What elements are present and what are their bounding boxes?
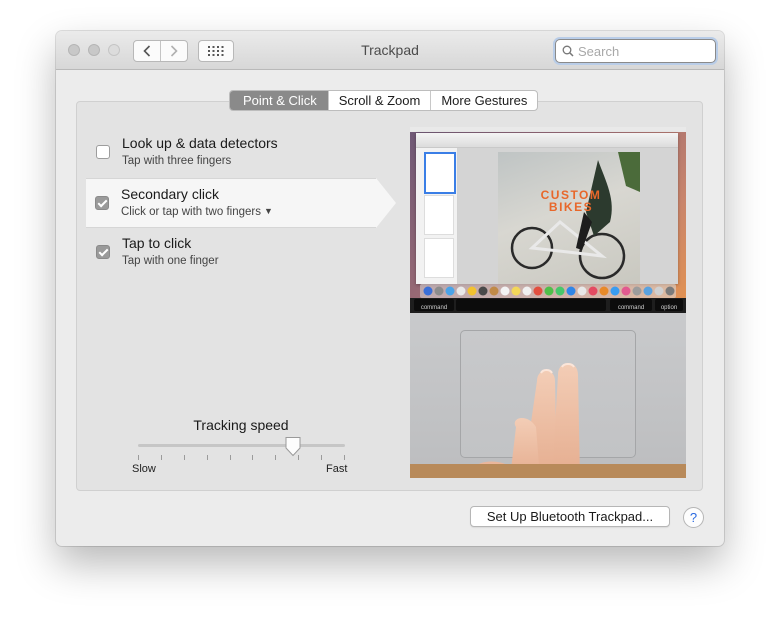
secondary-click-popup[interactable]: Click or tap with two fingers ▼ bbox=[121, 206, 273, 218]
search-icon bbox=[562, 45, 574, 57]
preferences-window: Trackpad Point & Click Scroll & Zoom Mor… bbox=[56, 31, 724, 546]
setup-bluetooth-trackpad-button[interactable]: Set Up Bluetooth Trackpad... bbox=[470, 506, 670, 527]
slider-thumb[interactable] bbox=[284, 436, 302, 457]
secondary-click-checkbox[interactable] bbox=[95, 196, 109, 210]
grid-icon bbox=[208, 46, 224, 56]
fast-label: Fast bbox=[326, 463, 348, 475]
option-subtitle: Tap with one finger bbox=[122, 255, 219, 267]
tab-more-gestures[interactable]: More Gestures bbox=[430, 91, 537, 110]
option-secondary-click[interactable]: Secondary click Click or tap with two fi… bbox=[86, 178, 396, 228]
slider-tick bbox=[321, 455, 322, 460]
minimize-window-button[interactable] bbox=[88, 44, 100, 56]
chevron-left-icon bbox=[143, 45, 151, 57]
slow-label: Slow bbox=[132, 463, 156, 475]
preview-table bbox=[410, 464, 686, 478]
tab-bar: Point & Click Scroll & Zoom More Gesture… bbox=[229, 90, 539, 111]
slider-tick bbox=[344, 455, 345, 460]
slider-tick bbox=[138, 455, 139, 460]
slider-tick bbox=[184, 455, 185, 460]
slider-tick bbox=[252, 455, 253, 460]
search-field[interactable] bbox=[555, 39, 716, 63]
option-title: Tap to click bbox=[122, 235, 192, 251]
slider-ticks bbox=[138, 455, 345, 461]
slider-tick bbox=[230, 455, 231, 460]
chevron-right-icon bbox=[170, 45, 178, 57]
option-title: Secondary click bbox=[121, 186, 220, 202]
help-button[interactable]: ? bbox=[683, 507, 704, 528]
tracking-speed-slider[interactable] bbox=[138, 444, 345, 447]
search-input[interactable] bbox=[578, 42, 708, 60]
title-bar: Trackpad bbox=[56, 31, 724, 70]
slider-tick bbox=[298, 455, 299, 460]
option-subtitle: Click or tap with two fingers bbox=[121, 206, 261, 218]
gesture-preview-video: CUSTOM BIKES command command option bbox=[410, 127, 686, 478]
option-tap-to-click[interactable]: Tap to click Tap with one finger bbox=[87, 228, 397, 278]
option-look-up[interactable]: Look up & data detectors Tap with three … bbox=[87, 128, 397, 178]
slider-tick bbox=[275, 455, 276, 460]
window-title: Trackpad bbox=[361, 42, 419, 58]
chevron-down-icon: ▼ bbox=[263, 206, 273, 216]
navigation-buttons bbox=[133, 40, 188, 62]
two-finger-hand bbox=[470, 363, 580, 478]
close-window-button[interactable] bbox=[68, 44, 80, 56]
selection-arrow bbox=[376, 178, 396, 228]
tracking-speed-label: Tracking speed bbox=[193, 417, 289, 433]
slider-tick bbox=[161, 455, 162, 460]
zoom-window-button[interactable] bbox=[108, 44, 120, 56]
look-up-checkbox[interactable] bbox=[96, 145, 110, 159]
tap-to-click-checkbox[interactable] bbox=[96, 245, 110, 259]
forward-button[interactable] bbox=[160, 41, 187, 61]
option-subtitle: Tap with three fingers bbox=[122, 155, 232, 167]
show-all-button[interactable] bbox=[198, 40, 234, 62]
tab-point-click[interactable]: Point & Click bbox=[230, 91, 328, 110]
back-button[interactable] bbox=[134, 41, 160, 61]
option-title: Look up & data detectors bbox=[122, 135, 278, 151]
slider-tick bbox=[207, 455, 208, 460]
tab-scroll-zoom[interactable]: Scroll & Zoom bbox=[327, 91, 431, 110]
